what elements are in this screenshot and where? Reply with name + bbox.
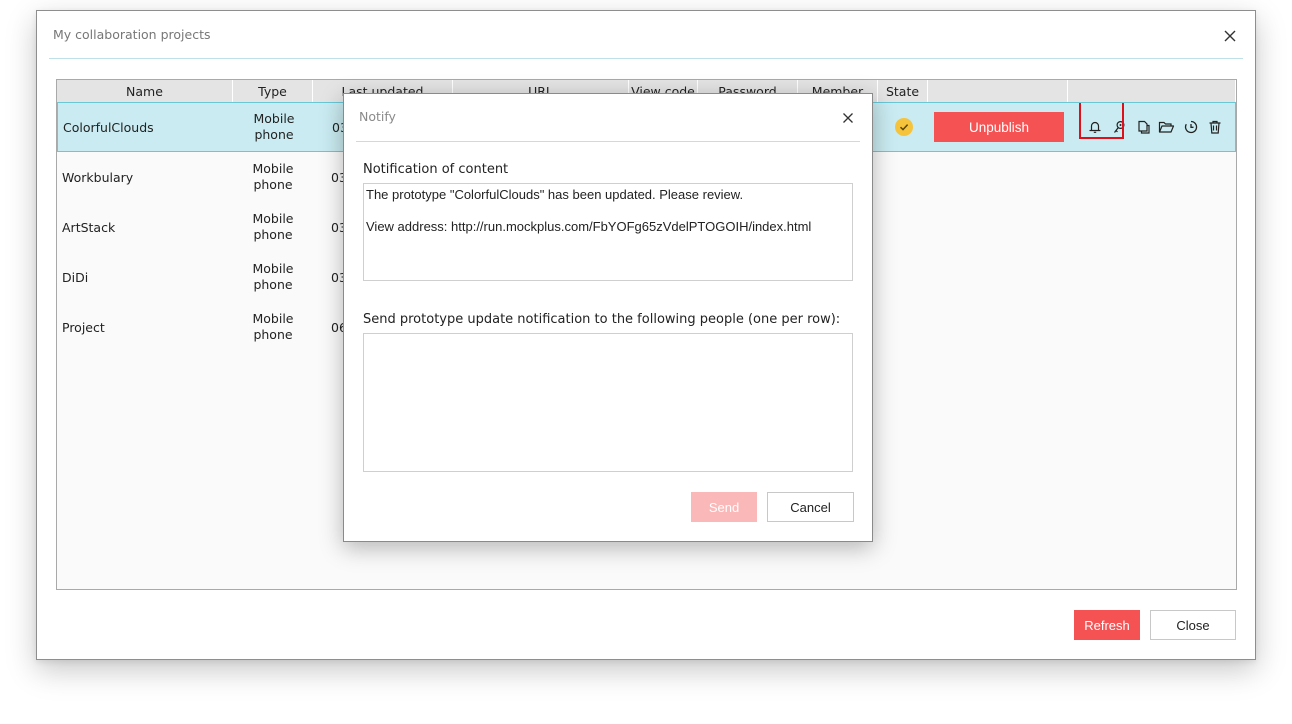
close-button[interactable]: Close xyxy=(1150,610,1236,640)
column-header-state[interactable]: State xyxy=(878,80,928,102)
send-button[interactable]: Send xyxy=(691,492,757,522)
project-action: Unpublish xyxy=(929,103,1069,151)
window-title: My collaboration projects xyxy=(53,27,211,42)
project-type: Mobile phone xyxy=(252,211,294,242)
refresh-button[interactable]: Refresh xyxy=(1074,610,1140,640)
column-header-action xyxy=(928,80,1068,102)
project-type: Mobile phone xyxy=(252,161,294,192)
project-type: Mobile phone xyxy=(252,261,294,292)
project-tools xyxy=(1069,103,1235,151)
project-name: ArtStack xyxy=(62,219,116,235)
key-icon[interactable] xyxy=(1109,118,1128,137)
recipients-label: Send prototype update notification to th… xyxy=(363,312,841,327)
unpublish-button[interactable]: Unpublish xyxy=(934,112,1064,142)
project-name: DiDi xyxy=(62,269,89,285)
dialog-title: Notify xyxy=(359,109,396,124)
notification-content-field[interactable]: The prototype "ColorfulClouds" has been … xyxy=(363,183,853,281)
column-header-tools xyxy=(1068,80,1236,102)
copy-icon[interactable] xyxy=(1133,118,1152,137)
project-type: Mobile phone xyxy=(253,111,295,142)
check-circle-icon xyxy=(895,118,913,136)
recipients-field[interactable] xyxy=(363,333,853,472)
project-name: ColorfulClouds xyxy=(63,119,154,135)
title-divider xyxy=(49,58,1243,59)
close-icon[interactable] xyxy=(1221,27,1239,45)
project-type: Mobile phone xyxy=(252,311,294,342)
cancel-button[interactable]: Cancel xyxy=(767,492,854,522)
content-label: Notification of content xyxy=(363,162,509,177)
project-name: Project xyxy=(62,319,105,335)
notify-dialog: Notify Notification of content The proto… xyxy=(343,93,873,542)
bell-icon[interactable] xyxy=(1085,118,1104,137)
dialog-divider xyxy=(356,141,860,142)
column-header-type[interactable]: Type xyxy=(233,80,313,102)
trash-icon[interactable] xyxy=(1205,118,1224,137)
close-icon[interactable] xyxy=(840,110,856,126)
history-icon[interactable] xyxy=(1181,118,1200,137)
folder-open-icon[interactable] xyxy=(1157,118,1176,137)
project-name: Workbulary xyxy=(62,169,134,185)
project-state xyxy=(879,103,929,151)
column-header-name[interactable]: Name xyxy=(57,80,233,102)
